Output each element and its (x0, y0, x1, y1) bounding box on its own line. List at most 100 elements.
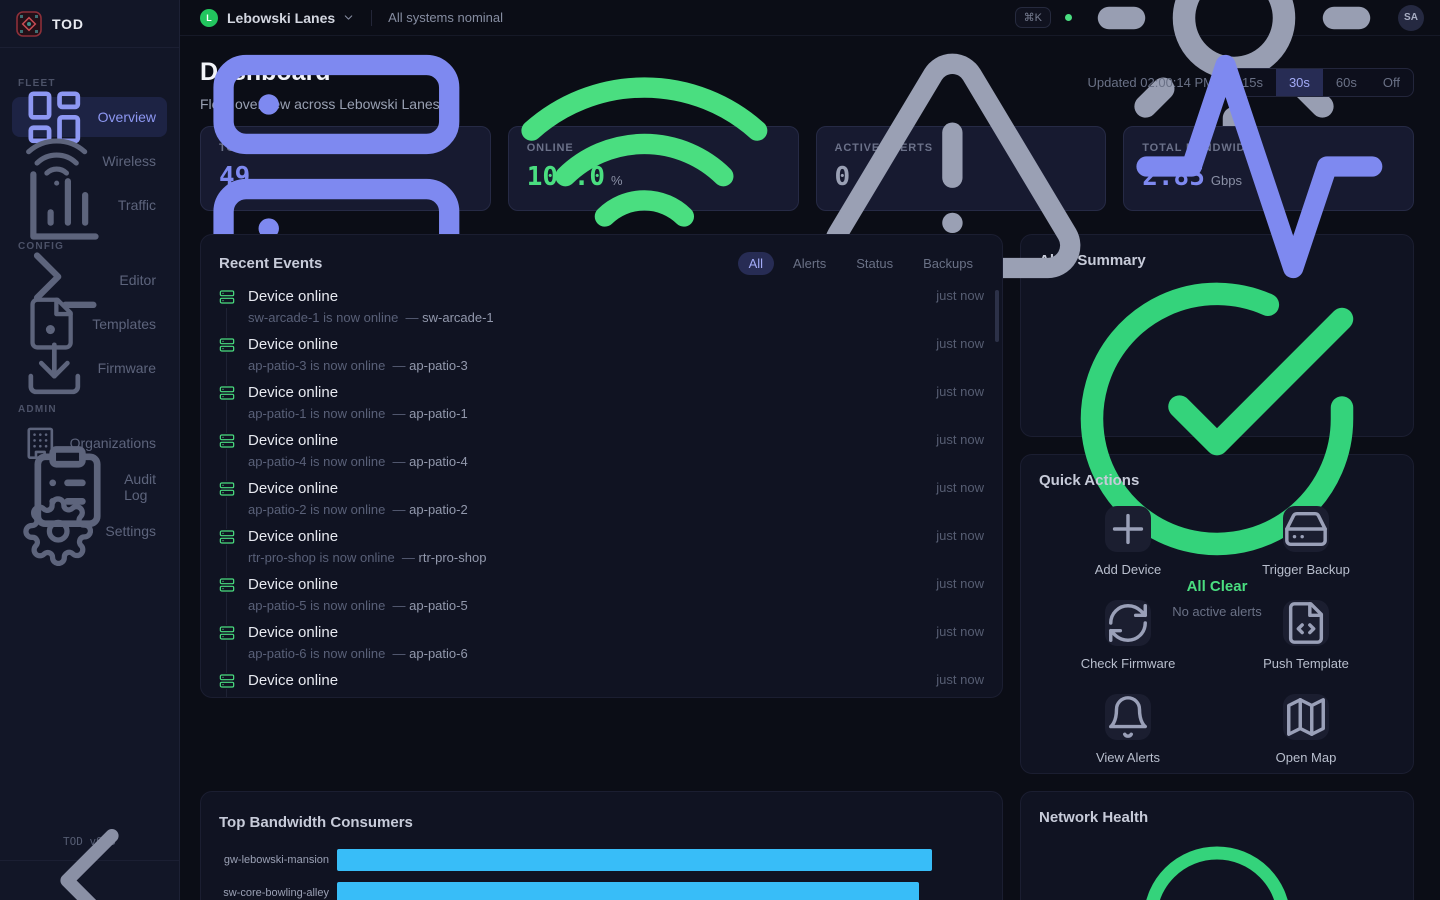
app-name: TOD (52, 16, 84, 32)
event-title: Device online (248, 576, 924, 593)
sidebar-item-firmware[interactable]: Firmware (12, 348, 167, 388)
org-selector[interactable]: Lebowski Lanes (227, 10, 335, 26)
file-code-icon (1283, 600, 1329, 646)
quick-action-label: View Alerts (1096, 750, 1160, 765)
chevron-left-icon (0, 791, 179, 900)
quick-action-label: Check Firmware (1081, 656, 1176, 671)
gear-icon (23, 496, 93, 566)
event-tab-status[interactable]: Status (845, 252, 904, 275)
event-tab-backups[interactable]: Backups (912, 252, 984, 275)
event-title: Device online (248, 528, 924, 545)
stat-card: TOTAL DEVICES 49 (200, 126, 491, 211)
sidebar-item-settings[interactable]: Settings (12, 511, 167, 551)
content: Dashboard Fleet overview across Lebowski… (180, 36, 1440, 900)
events-scrollbar[interactable] (995, 290, 999, 342)
quick-actions-title: Quick Actions (1039, 472, 1139, 489)
map-icon (1283, 694, 1329, 740)
plus-icon (1105, 506, 1151, 552)
event-row: Device online rtr-pro-shop is now online… (219, 528, 984, 576)
server-icon (219, 625, 235, 641)
server-icon (219, 481, 235, 497)
event-row: Device online ap-patio-3 is now online —… (219, 336, 984, 384)
quick-action-check-firmware[interactable]: Check Firmware (1039, 600, 1217, 671)
event-row: Device online ap-patio-2 is now online —… (219, 480, 984, 528)
sidebar-footer: TOD v9.5 (0, 825, 179, 900)
left-column: Recent Events AllAlertsStatusBackups Dev… (200, 234, 1003, 900)
event-description: ap-patio-6 is now online — ap-patio-6 (248, 646, 924, 661)
activity-icon (1124, 31, 1395, 307)
server-icon (219, 337, 235, 353)
quick-actions-grid: Add Device Trigger Backup Check Firmware… (1039, 506, 1395, 765)
event-title: Device online (248, 432, 924, 449)
event-time: just now (936, 480, 984, 495)
stat-card: ONLINE 100.0 % (508, 126, 799, 211)
main-area: L Lebowski Lanes All systems nominal ⌘K … (180, 0, 1440, 900)
event-description: ap-patio-4 is now online — ap-patio-4 (248, 454, 924, 469)
bar-chart-icon (23, 164, 106, 247)
quick-action-push-template[interactable]: Push Template (1217, 600, 1395, 671)
event-row: Device online ap-patio-5 is now online —… (219, 576, 984, 624)
event-tab-alerts[interactable]: Alerts (782, 252, 837, 275)
refresh-icon (1105, 600, 1151, 646)
main-grid: Recent Events AllAlertsStatusBackups Dev… (200, 234, 1414, 900)
sidebar-item-traffic[interactable]: Traffic (12, 185, 167, 225)
event-description: ap-patio-1 is now online — ap-patio-1 (248, 406, 924, 421)
sidebar-item-label: Wireless (102, 153, 156, 169)
event-description: ap-patio-5 is now online — ap-patio-5 (248, 598, 924, 613)
bandwidth-row: sw-core-bowling-alley (219, 882, 984, 900)
server-icon (219, 433, 235, 449)
quick-action-trigger-backup[interactable]: Trigger Backup (1217, 506, 1395, 577)
sidebar-item-label: Overview (98, 109, 156, 125)
command-palette-shortcut[interactable]: ⌘K (1015, 7, 1051, 28)
org-avatar: L (200, 9, 218, 27)
event-row: Device online ap-patio-4 is now online —… (219, 432, 984, 480)
sidebar-collapse-button[interactable] (0, 860, 179, 900)
server-icon (219, 577, 235, 593)
user-avatar[interactable]: SA (1398, 5, 1424, 31)
bandwidth-bar (337, 882, 919, 900)
quick-action-label: Push Template (1263, 656, 1349, 671)
event-title: Device online (248, 384, 924, 401)
event-row: Device online just now (219, 672, 984, 698)
event-time: just now (936, 672, 984, 687)
event-time: just now (936, 528, 984, 543)
stat-card: ACTIVE ALERTS 0 (816, 126, 1107, 211)
nav-section-label: ADMIN (18, 404, 161, 415)
event-tab-all[interactable]: All (738, 252, 774, 275)
quick-action-view-alerts[interactable]: View Alerts (1039, 694, 1217, 765)
quick-action-open-map[interactable]: Open Map (1217, 694, 1395, 765)
event-row: Device online sw-arcade-1 is now online … (219, 288, 984, 336)
sidebar: TOD FLEET Overview Wireless Traffic CONF… (0, 0, 180, 900)
network-health-panel: Network Health 100 (1020, 791, 1414, 900)
download-icon (23, 337, 86, 400)
quick-action-label: Open Map (1276, 750, 1337, 765)
event-description: ap-patio-3 is now online — ap-patio-3 (248, 358, 924, 373)
sidebar-item-label: Editor (119, 272, 156, 288)
server-icon (219, 289, 235, 305)
event-tabs: All Alerts Status Backups (738, 252, 984, 275)
event-title: Device online (248, 480, 924, 497)
alert-status-text: All Clear (1187, 578, 1248, 595)
event-time: just now (936, 624, 984, 639)
event-description: rtr-pro-shop is now online — rtr-pro-sho… (248, 550, 924, 565)
events-list: Device online sw-arcade-1 is now online … (219, 288, 984, 698)
event-title: Device online (248, 672, 924, 689)
event-title: Device online (248, 336, 924, 353)
app-root: TOD FLEET Overview Wireless Traffic CONF… (0, 0, 1440, 900)
sidebar-nav: FLEET Overview Wireless Traffic CONFIG E… (0, 48, 179, 825)
event-time: just now (936, 288, 984, 303)
logo-row: TOD (0, 0, 179, 48)
quick-action-label: Trigger Backup (1262, 562, 1350, 577)
system-status-text: All systems nominal (388, 10, 503, 25)
quick-action-label: Add Device (1095, 562, 1161, 577)
event-time: just now (936, 384, 984, 399)
quick-action-add-device[interactable]: Add Device (1039, 506, 1217, 577)
right-column: Alert Summary All Clear No active alerts… (1020, 234, 1414, 900)
sidebar-item-label: Audit Log (124, 471, 156, 503)
event-description: ap-patio-2 is now online — ap-patio-2 (248, 502, 924, 517)
app-logo-icon (16, 11, 42, 37)
sidebar-item-editor[interactable]: Editor (12, 260, 167, 300)
bell-icon (1105, 694, 1151, 740)
event-title: Device online (248, 288, 924, 305)
chevron-down-icon[interactable] (342, 11, 355, 24)
